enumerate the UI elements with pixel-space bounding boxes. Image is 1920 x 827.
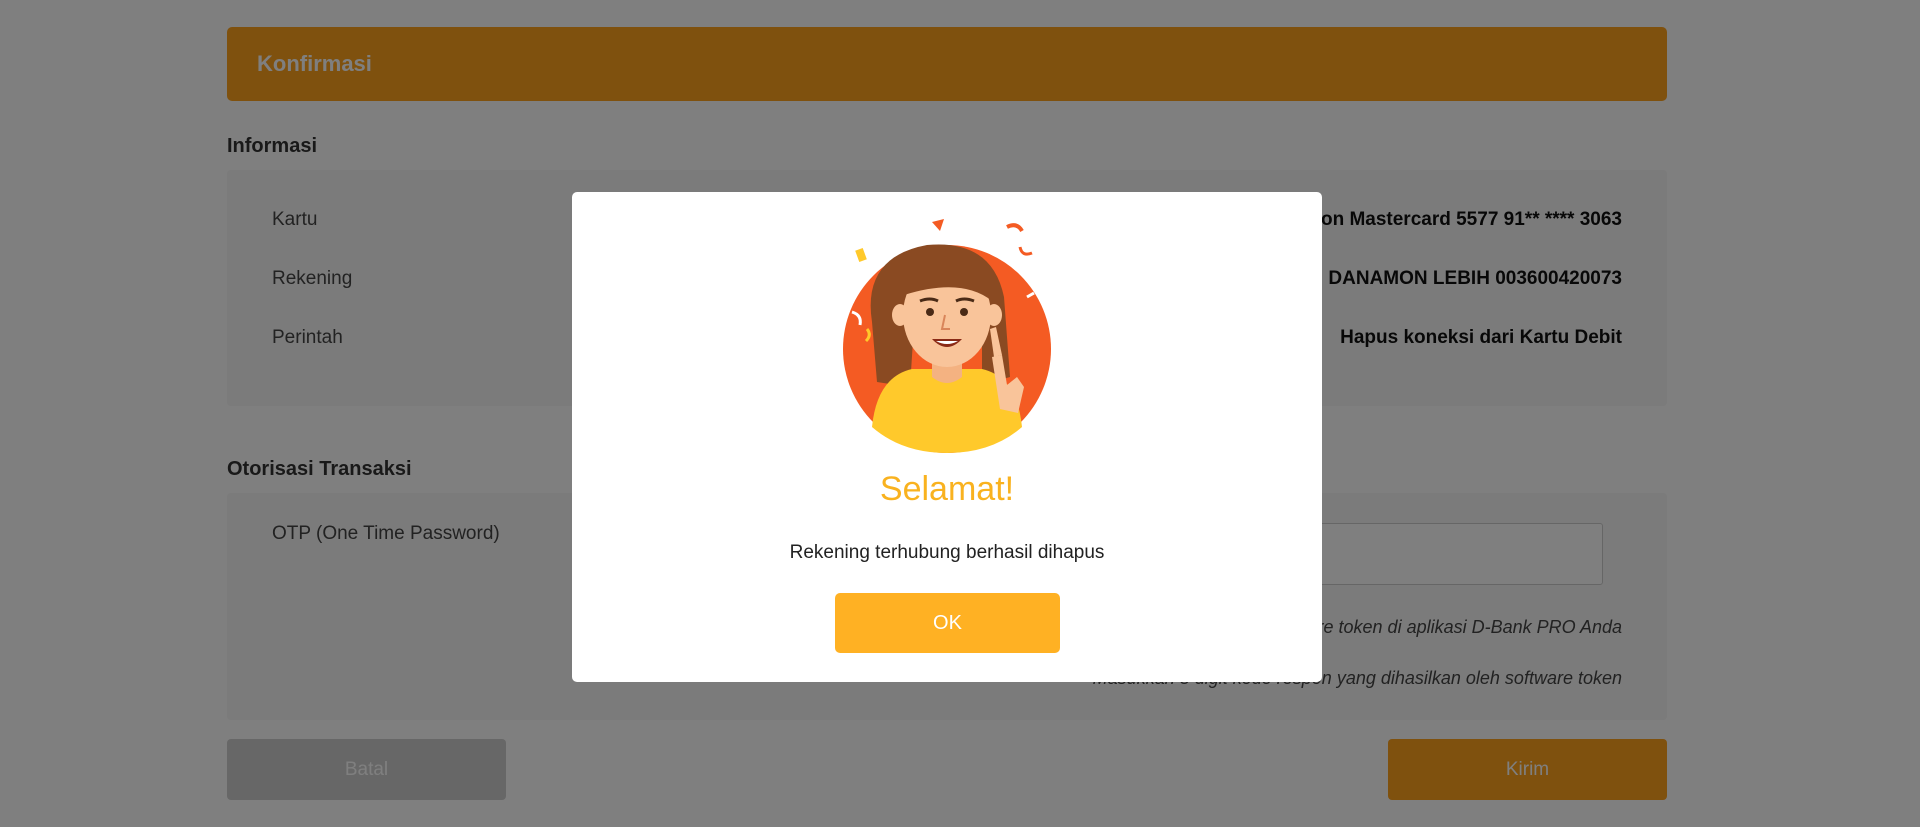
modal-title: Selamat! [879,470,1015,508]
modal-message: Rekening terhubung berhasil dihapus [789,542,1105,563]
celebrating-woman-icon [832,217,1062,457]
ok-button[interactable]: OK [835,593,1060,653]
success-modal: Selamat! Rekening terhubung berhasil dih… [572,192,1322,682]
